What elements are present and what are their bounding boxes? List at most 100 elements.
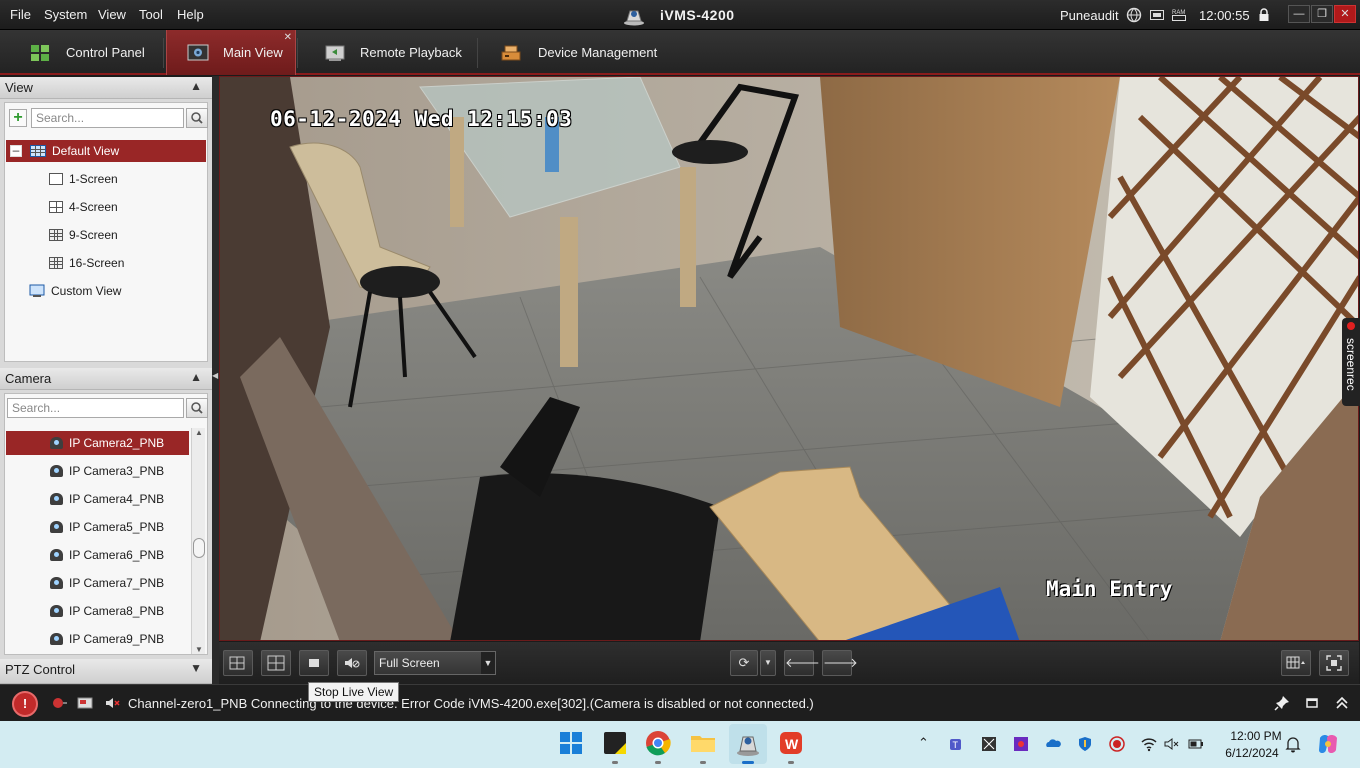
alarm-sound-icon[interactable] [52,695,68,711]
lock-icon[interactable] [1256,7,1272,23]
ivms-4200-taskbar-icon[interactable] [734,729,762,757]
tab-divider [477,38,478,68]
tab-control-panel[interactable]: Control Panel [0,30,162,75]
window-division-button[interactable] [261,650,291,676]
camera-search-button[interactable] [186,398,208,418]
camera-item[interactable]: IP Camera9_PNB [6,627,189,651]
close-button[interactable]: ✕ [1334,5,1356,23]
mute-alarm-icon[interactable] [104,695,120,711]
previous-page-button[interactable]: 🡐 [784,650,820,676]
record-icon[interactable] [1108,735,1126,753]
screenrec-widget[interactable]: screenrec [1342,318,1360,406]
show-hidden-icons-icon[interactable]: ⌃ [918,735,929,751]
chevron-down-icon[interactable]: ▼ [481,652,495,674]
expand-icon[interactable]: ▼ [190,661,202,675]
wifi-icon[interactable] [1140,735,1158,753]
scroll-thumb[interactable] [193,538,205,558]
tab-device-management[interactable]: Device Management [480,30,680,75]
event-monitor-icon[interactable] [77,695,93,711]
system-clock: 12:00:55 [1199,8,1250,23]
refresh-dropdown-button[interactable]: ▼ [760,650,776,676]
taskbar-time[interactable]: 12:00 PM [1226,729,1286,743]
os-taskbar: W ⌃ T 12:00 PM 6/12/2024 [0,721,1360,768]
search-icon [191,402,203,414]
scroll-up-icon[interactable]: ▲ [195,428,203,437]
ram-icon[interactable]: RAM [1171,7,1187,23]
chrome-icon[interactable] [644,729,672,757]
view-search-input[interactable]: Search... [31,108,184,128]
tree-item-default-view[interactable]: – Default View [6,140,206,162]
menu-file[interactable]: File [10,7,31,22]
notification-bell-icon[interactable] [1284,735,1302,753]
remote-playback-icon [325,45,345,61]
camera-item[interactable]: IP Camera8_PNB [6,599,189,623]
security-shield-icon[interactable] [1076,735,1094,753]
camera-panel-header[interactable]: Camera ▲ [0,368,212,390]
volume-muted-icon[interactable] [1163,735,1181,753]
camera-list: Search... IP Camera2_PNB IP Camera3_PNB … [4,393,208,655]
refresh-button[interactable]: ⟳ [730,650,758,676]
alarm-warning-icon[interactable]: ! [12,691,38,717]
tree-item-4-screen[interactable]: 4-Screen [49,196,199,218]
file-explorer-icon[interactable] [689,729,717,757]
camera-item[interactable]: IP Camera7_PNB [6,571,189,595]
collapse-panel-icon[interactable]: ◀ [212,371,218,380]
audio-toggle-button[interactable] [337,650,367,676]
battery-icon[interactable] [1187,735,1205,753]
screen-mode-select[interactable]: Full Screen ▼ [374,651,496,675]
layout-menu-button[interactable] [1281,650,1311,676]
save-view-button[interactable] [223,650,253,676]
tray-app-icon[interactable] [980,735,998,753]
tree-item-1-screen[interactable]: 1-Screen [49,168,199,190]
maximize-panel-icon[interactable] [1304,695,1320,711]
expand-up-icon[interactable] [1334,695,1350,711]
panel-splitter[interactable]: ◀ [212,76,219,684]
hdd-icon[interactable] [1149,7,1165,23]
minimize-button[interactable]: — [1288,5,1310,23]
fullscreen-button[interactable] [1319,650,1349,676]
ptz-panel-header[interactable]: PTZ Control ▼ [0,659,212,684]
close-tab-icon[interactable]: ✕ [284,32,292,43]
camera-search-input[interactable]: Search... [7,398,184,418]
camera-item[interactable]: IP Camera5_PNB [6,515,189,539]
globe-icon[interactable] [1126,7,1142,23]
camera-item[interactable]: IP Camera4_PNB [6,487,189,511]
windows-start-icon[interactable] [557,729,585,757]
tab-main-view[interactable]: Main View ✕ [166,30,296,75]
menu-help[interactable]: Help [177,7,204,22]
camera-item[interactable]: IP Camera3_PNB [6,459,189,483]
menu-tool[interactable]: Tool [139,7,163,22]
menu-view[interactable]: View [98,7,126,22]
restore-button[interactable]: ❐ [1311,5,1333,23]
active-indicator [742,761,754,764]
view-search-button[interactable] [186,108,208,128]
wps-office-icon[interactable]: W [777,729,805,757]
camera-list-scrollbar[interactable]: ▲ ▼ [191,428,205,654]
teams-icon[interactable]: T [948,735,966,753]
camera-icon [50,549,63,561]
stop-live-view-button[interactable] [299,650,329,676]
live-view-window[interactable]: 06-12-2024 Wed 12:15:03 Main Entry [219,76,1359,641]
tray-app-icon[interactable] [1012,735,1030,753]
tree-item-9-screen[interactable]: 9-Screen [49,224,199,246]
camera-item[interactable]: IP Camera6_PNB [6,543,189,567]
scroll-down-icon[interactable]: ▼ [195,645,203,654]
taskbar-date[interactable]: 6/12/2024 [1218,746,1286,760]
menu-system[interactable]: System [44,7,87,22]
collapse-icon[interactable]: ▲ [190,79,202,93]
tree-item-16-screen[interactable]: 16-Screen [49,252,199,274]
onedrive-sync-icon[interactable] [1044,735,1062,753]
running-indicator [655,761,661,764]
copilot-icon[interactable] [1316,732,1340,756]
next-page-button[interactable]: 🡒 [822,650,858,676]
view-panel-header[interactable]: View ▲ [0,77,212,99]
sticky-notes-icon[interactable] [601,729,629,757]
tab-remote-playback[interactable]: Remote Playback [300,30,475,75]
add-view-icon[interactable]: + [9,109,27,127]
camera-item[interactable]: IP Camera2_PNB [6,431,189,455]
collapse-node-icon[interactable]: – [10,144,22,157]
collapse-icon[interactable]: ▲ [190,370,202,384]
pin-icon[interactable] [1274,695,1290,711]
window-division-icon [267,655,285,671]
tree-item-custom-view[interactable]: Custom View [29,280,199,302]
